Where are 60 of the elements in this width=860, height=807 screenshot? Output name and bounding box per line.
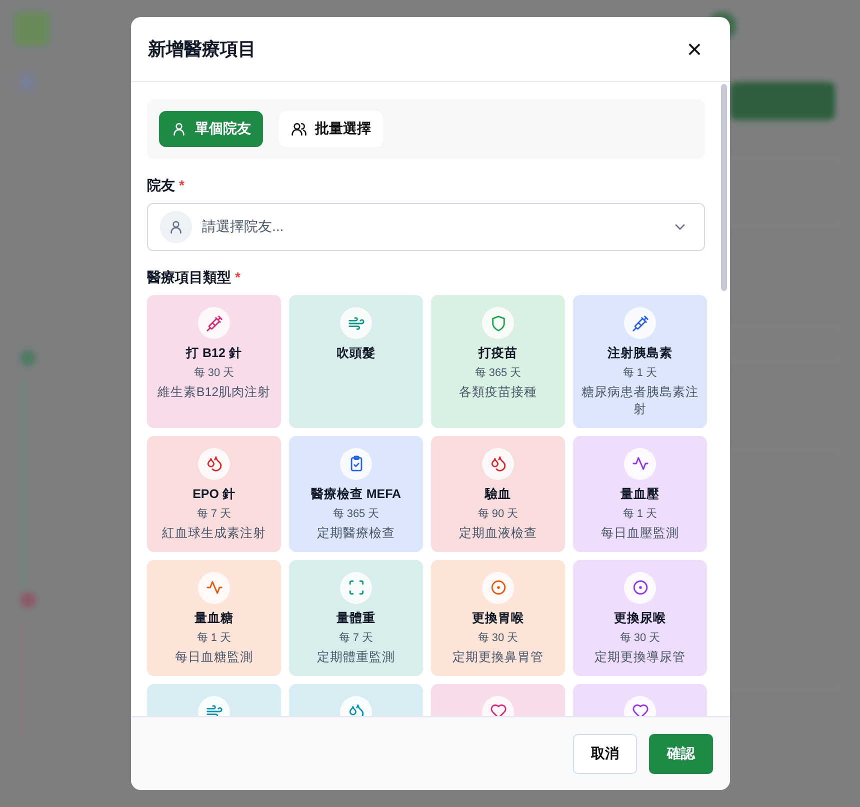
- medical-type-card[interactable]: 打疫苗 每 365 天 各類疫苗接種: [431, 295, 565, 428]
- required-mark: *: [235, 269, 240, 287]
- type-frequency: 每 1 天: [622, 366, 658, 380]
- type-frequency: 每 7 天: [338, 630, 374, 645]
- type-name: EPO 針: [192, 486, 236, 503]
- mode-tab[interactable]: 批量選擇: [279, 111, 383, 147]
- field-label: 院友: [147, 177, 175, 195]
- type-description: 每日血壓監測: [601, 524, 679, 542]
- type-name: 注射胰島素: [608, 345, 672, 362]
- medical-type-card[interactable]: 量體重 每 7 天 定期體重監測: [289, 560, 423, 676]
- type-frequency: 每 30 天: [478, 630, 518, 645]
- close-button[interactable]: ×: [682, 36, 706, 62]
- type-description: 定期體重監測: [317, 648, 395, 666]
- type-frequency: 每 30 天: [620, 630, 660, 645]
- medical-type-card[interactable]: 更換胃喉 每 30 天 定期更換鼻胃管: [431, 560, 565, 676]
- type-name: 更換胃喉: [472, 610, 524, 627]
- type-frequency: 每 90 天: [478, 506, 518, 521]
- type-description: 定期醫療檢查: [317, 524, 395, 542]
- required-mark: *: [179, 177, 184, 195]
- type-frequency: 每 1 天: [196, 630, 232, 645]
- resident-select[interactable]: 請選擇院友...: [147, 203, 705, 251]
- type-name: 打疫苗: [478, 345, 518, 362]
- medical-type-card[interactable]: 更換尿喉 每 30 天 定期更換導尿管: [573, 560, 707, 676]
- medical-type-card[interactable]: 打 B12 針 每 30 天 維生素B12肌肉注射: [147, 295, 281, 428]
- type-name: 吹頭髮: [336, 345, 376, 362]
- type-description: 每日血糖監測: [175, 648, 253, 666]
- type-name: 驗血: [485, 486, 511, 503]
- type-description: 定期更換導尿管: [594, 648, 686, 666]
- avatar-icon: [160, 211, 192, 243]
- type-name: 量體重: [336, 610, 376, 627]
- medical-type-card[interactable]: 量血壓 每 1 天 每日血壓監測: [573, 436, 707, 552]
- cancel-button[interactable]: 取消: [573, 734, 637, 774]
- medical-type-card[interactable]: 醫療檢查 MEFA 每 365 天 定期醫療檢查: [289, 436, 423, 552]
- medical-type-card[interactable]: 量血糖 每 1 天 每日血糖監測: [147, 560, 281, 676]
- type-frequency: 每 365 天: [474, 366, 522, 380]
- type-name: 量血壓: [620, 486, 660, 503]
- type-frequency: 每 7 天: [196, 506, 232, 521]
- dialog-title: 新增醫療項目: [148, 38, 256, 61]
- type-description: 各類疫苗接種: [459, 384, 537, 401]
- user-icon: [171, 121, 187, 137]
- confirm-button[interactable]: 確認: [649, 734, 713, 774]
- type-description: 定期血液檢查: [459, 524, 537, 542]
- type-description: 紅血球生成素注射: [162, 524, 266, 542]
- medical-type-card[interactable]: 吹頭髮: [289, 295, 423, 428]
- type-frequency: 每 365 天: [332, 506, 380, 521]
- type-description: 定期更換鼻胃管: [452, 648, 544, 666]
- type-name: 更換尿喉: [614, 610, 666, 627]
- type-frequency: 每 1 天: [622, 506, 658, 521]
- medical-type-card[interactable]: 注射胰島素 每 1 天 糖尿病患者胰島素注射: [573, 295, 707, 428]
- type-description: 維生素B12肌肉注射: [157, 384, 271, 401]
- type-name: 醫療檢查 MEFA: [310, 486, 402, 503]
- medical-type-card[interactable]: EPO 針 每 7 天 紅血球生成素注射: [147, 436, 281, 552]
- users-icon: [291, 121, 307, 137]
- mode-tab[interactable]: 單個院友: [159, 111, 263, 147]
- type-name: 打 B12 針: [186, 345, 242, 362]
- field-label: 醫療項目類型: [147, 269, 231, 287]
- type-description: 糖尿病患者胰島素注射: [580, 384, 700, 418]
- medical-type-card[interactable]: 驗血 每 90 天 定期血液檢查: [431, 436, 565, 552]
- type-frequency: 每 30 天: [194, 366, 234, 380]
- type-name: 量血糖: [194, 610, 234, 627]
